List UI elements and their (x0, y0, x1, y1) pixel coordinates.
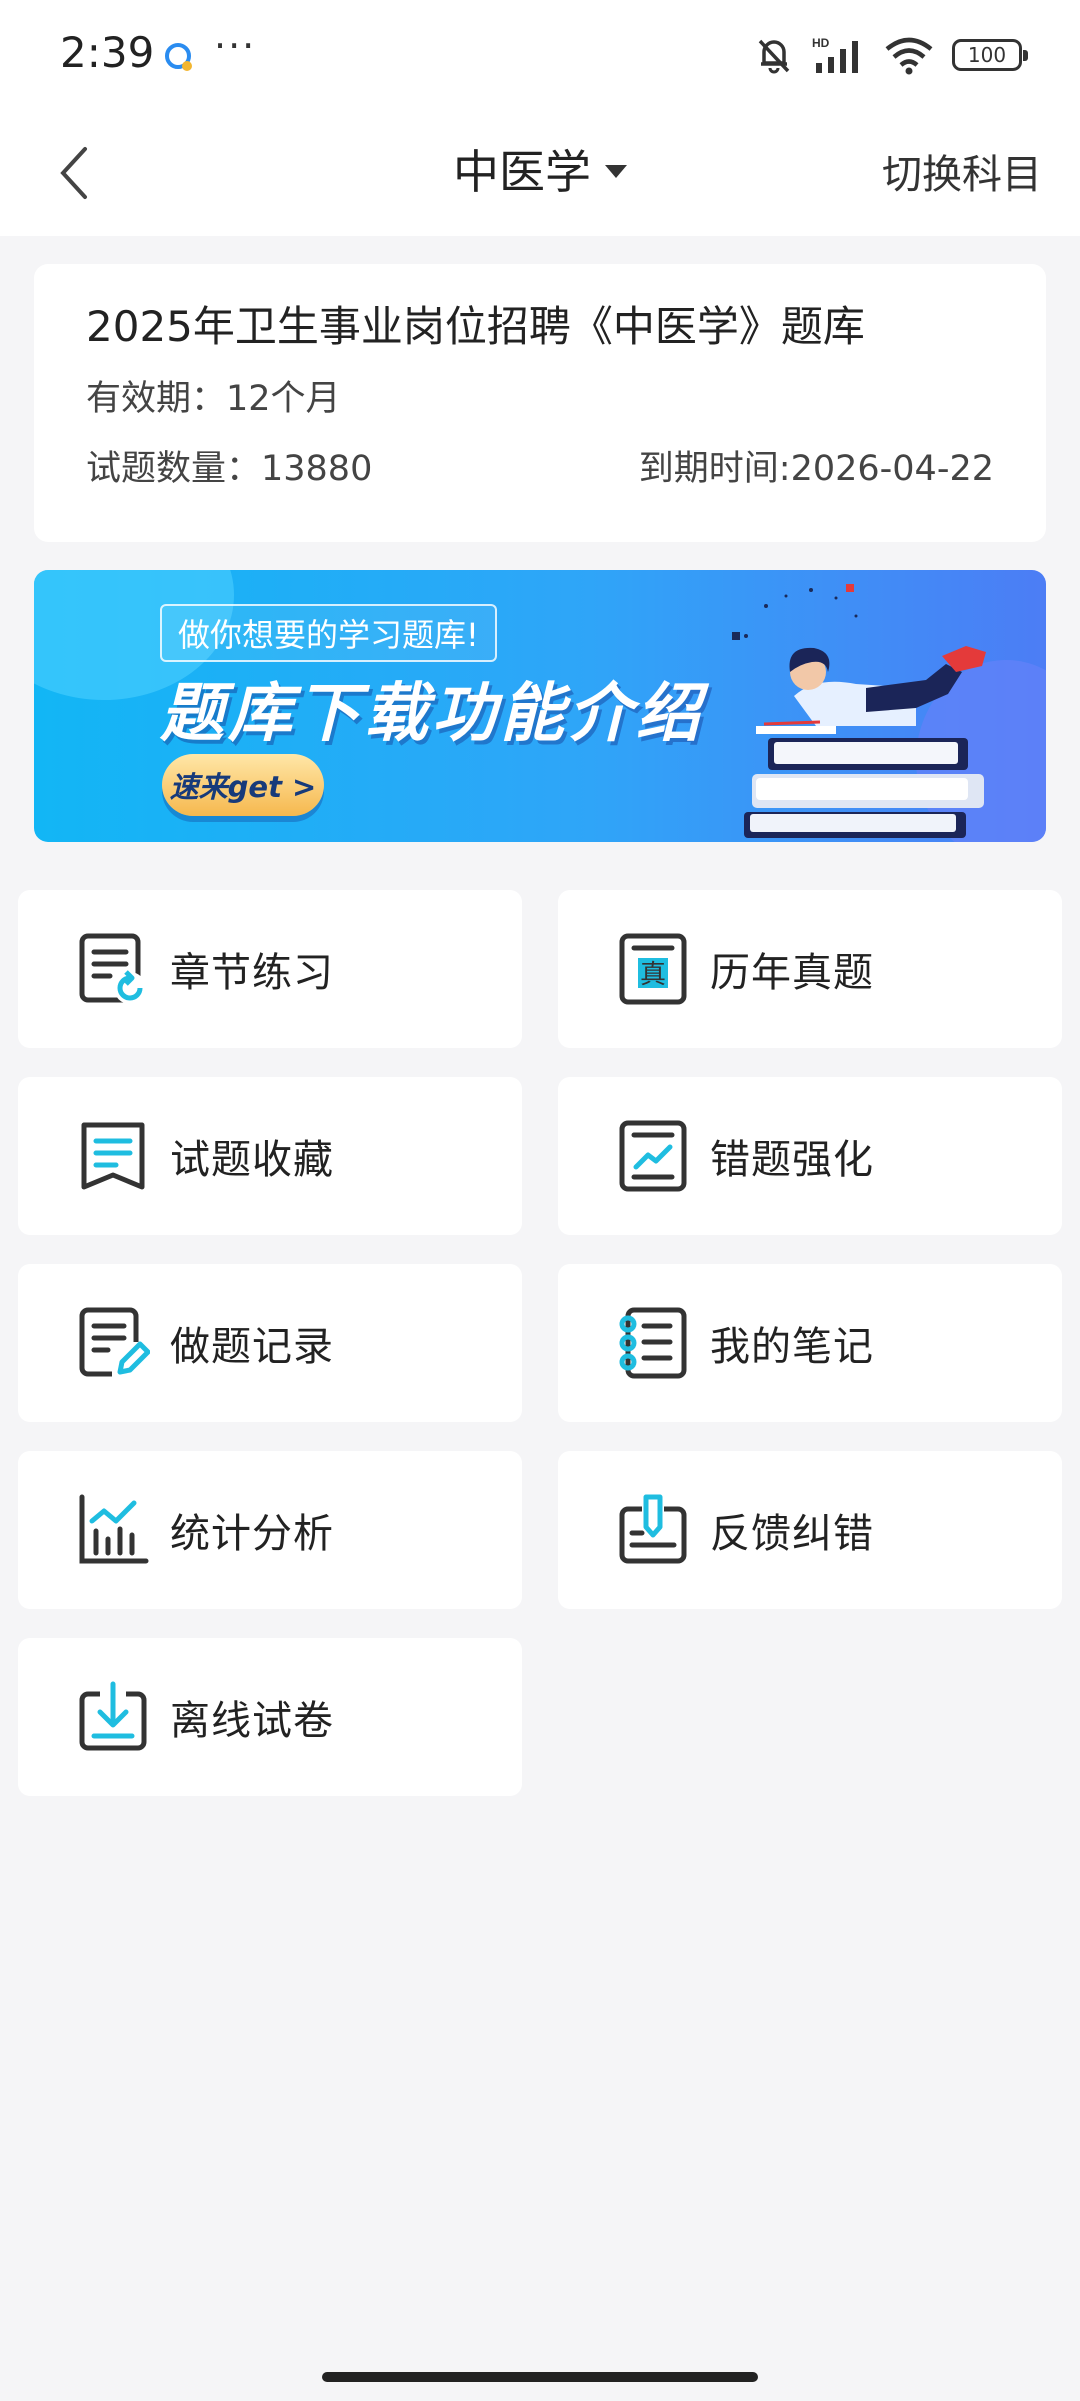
practice-record-icon (79, 1307, 150, 1377)
menu-item-chapter-practice[interactable]: 章节练习 (18, 890, 522, 1048)
battery-level: 100 (967, 43, 1007, 67)
info-row: 试题数量：13880 到期时间:2026-04-22 (86, 446, 994, 492)
status-icons: HD 100 (754, 32, 1028, 78)
caret-down-icon (605, 164, 627, 178)
top-nav: 中医学 切换科目 (0, 110, 1080, 236)
menu-item-past-exams[interactable]: 真 历年真题 (558, 890, 1062, 1048)
notification-app-icon (165, 43, 192, 71)
mute-icon (758, 39, 790, 74)
banner-headline: 题库下载功能介绍 (160, 677, 704, 751)
banner-cta-button[interactable]: 速来get > (162, 754, 324, 816)
status-bar: 2:39 ··· HD 100 (0, 0, 1080, 110)
chapter-practice-icon (79, 933, 146, 1004)
battery-icon: 100 (952, 39, 1028, 71)
menu-item-label: 离线试卷 (170, 1698, 334, 1744)
menu-item-wrong-questions[interactable]: 错题强化 (558, 1077, 1062, 1235)
expire-date: 到期时间:2026-04-22 (638, 449, 994, 489)
menu-item-label: 统计分析 (170, 1511, 334, 1557)
menu-item-offline-papers[interactable]: 离线试卷 (18, 1638, 522, 1796)
menu-item-statistics[interactable]: 统计分析 (18, 1451, 522, 1609)
wrong-questions-icon (619, 1120, 687, 1192)
wifi-icon (885, 37, 933, 75)
question-count: 试题数量：13880 (86, 449, 373, 489)
menu-item-label: 错题强化 (710, 1137, 874, 1183)
switch-subject-button[interactable]: 切换科目 (882, 142, 1042, 200)
svg-text:HD: HD (812, 36, 830, 50)
notes-icon (619, 1307, 687, 1379)
menu-item-label: 试题收藏 (170, 1137, 334, 1183)
menu-item-feedback[interactable]: 反馈纠错 (558, 1451, 1062, 1609)
feedback-icon (619, 1494, 687, 1564)
home-indicator[interactable] (322, 2372, 758, 2382)
student-reading-illustration (732, 584, 986, 838)
page-title: 中医学 (453, 145, 591, 199)
hd-signal-icon: HD (812, 36, 858, 73)
status-time: 2:39 (60, 28, 155, 77)
menu-item-label: 做题记录 (170, 1324, 334, 1370)
favorites-icon (81, 1122, 145, 1190)
validity-period: 有效期：12个月 (86, 379, 341, 419)
menu-item-my-notes[interactable]: 我的笔记 (558, 1264, 1062, 1422)
status-more-icon: ··· (214, 24, 257, 68)
past-exam-icon: 真 (619, 933, 687, 1005)
svg-text:真: 真 (640, 960, 666, 990)
question-bank-title: 2025年卫生事业岗位招聘《中医学》题库 (86, 302, 865, 351)
menu-item-label: 历年真题 (710, 950, 874, 996)
menu-item-label: 反馈纠错 (710, 1511, 874, 1557)
menu-item-practice-record[interactable]: 做题记录 (18, 1264, 522, 1422)
statistics-icon (79, 1494, 149, 1564)
offline-download-icon (79, 1681, 147, 1751)
question-bank-info-card: 2025年卫生事业岗位招聘《中医学》题库 有效期：12个月 试题数量：13880… (34, 264, 1046, 542)
download-feature-banner[interactable]: 做你想要的学习题库! 题库下载功能介绍 速来get > (34, 570, 1046, 842)
menu-item-label: 我的笔记 (710, 1324, 874, 1370)
banner-tagline: 做你想要的学习题库! (160, 604, 497, 662)
menu-item-favorites[interactable]: 试题收藏 (18, 1077, 522, 1235)
menu-item-label: 章节练习 (170, 950, 334, 996)
